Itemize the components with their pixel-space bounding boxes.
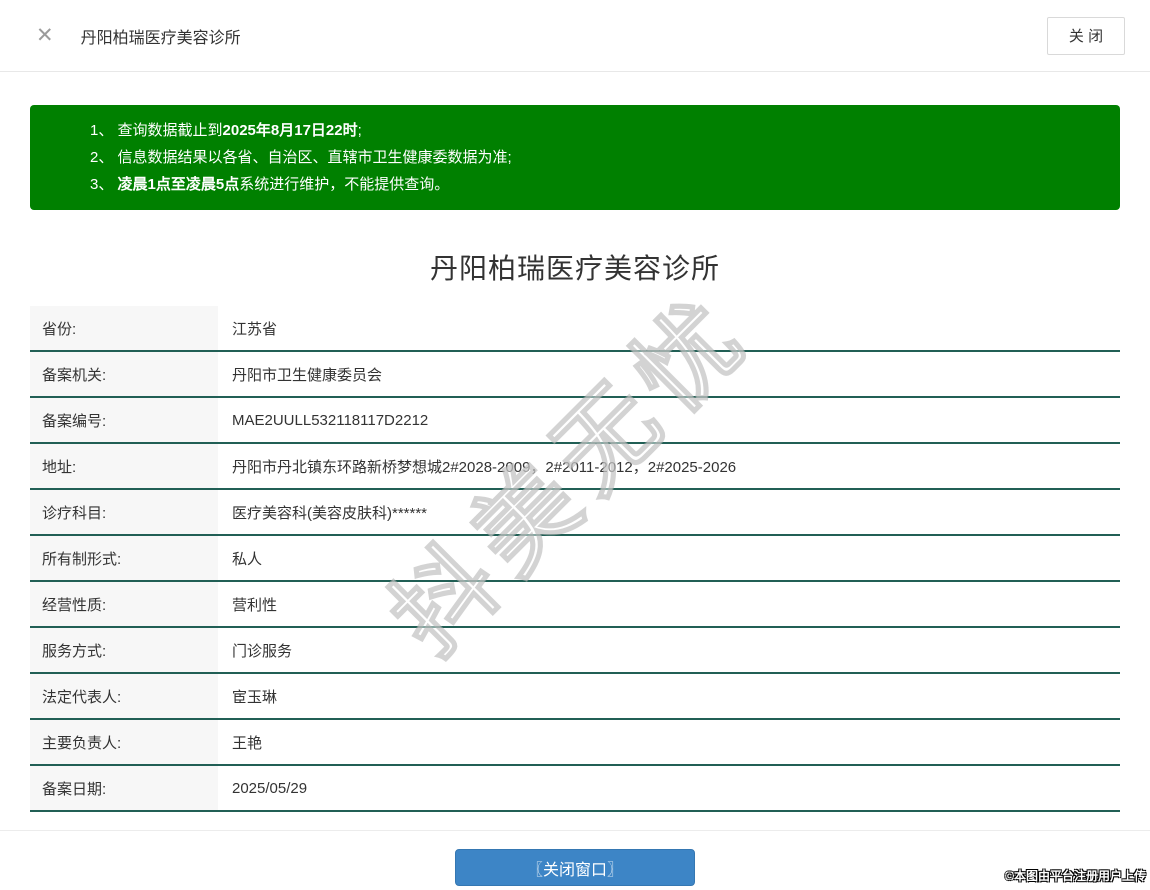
row-value: 医疗美容科(美容皮肤科)****** (232, 504, 428, 522)
close-button[interactable]: 关 闭 (1047, 16, 1125, 55)
header-title: 丹阳柏瑞医疗美容诊所 (80, 29, 241, 47)
row-label: 诊疗科目: (30, 490, 218, 534)
row-label: 主要负责人: (30, 720, 218, 764)
notice-line: 2、 信息数据结果以各省、自治区、直辖市卫生健康委数据为准; (90, 149, 512, 166)
table-row: 备案日期: 2025/05/29 (30, 766, 1120, 812)
row-label: 备案编号: (30, 398, 218, 442)
table-row: 所有制形式: 私人 (30, 536, 1120, 582)
row-label: 法定代表人: (30, 674, 218, 718)
table-row: 省份: 江苏省 (30, 306, 1120, 352)
row-label: 地址: (30, 444, 218, 488)
row-value: 私人 (232, 550, 263, 568)
row-label: 备案机关: (30, 352, 218, 396)
notice-line: 1、 查询数据截止到2025年8月17日22时; (90, 122, 362, 139)
row-value: 丹阳市卫生健康委员会 (232, 366, 383, 384)
table-row: 备案机关: 丹阳市卫生健康委员会 (30, 352, 1120, 398)
header-bar: ✕ 丹阳柏瑞医疗美容诊所 关 闭 (0, 0, 1150, 72)
row-label: 经营性质: (30, 582, 218, 626)
row-value: 丹阳市丹北镇东环路新桥梦想城2#2028-2009，2#2011-2012，2#… (232, 458, 737, 476)
table-row: 法定代表人: 宦玉琳 (30, 674, 1120, 720)
row-value: 宦玉琳 (232, 688, 278, 706)
row-value: 2025/05/29 (232, 779, 308, 797)
clinic-info-page: ✕ 丹阳柏瑞医疗美容诊所 关 闭 1、 查询数据截止到2025年8月17日22时… (0, 0, 1150, 890)
close-window-button[interactable]: 〖关闭窗口〗 (455, 849, 695, 886)
row-label: 服务方式: (30, 628, 218, 672)
row-value: 王艳 (232, 734, 263, 752)
table-row: 地址: 丹阳市丹北镇东环路新桥梦想城2#2028-2009，2#2011-2012… (30, 444, 1120, 490)
table-row: 服务方式: 门诊服务 (30, 628, 1120, 674)
notice-line: 3、 凌晨1点至凌晨5点系统进行维护，不能提供查询。 (90, 176, 450, 193)
row-label: 所有制形式: (30, 536, 218, 580)
divider (0, 830, 1150, 831)
table-row: 经营性质: 营利性 (30, 582, 1120, 628)
table-row: 诊疗科目: 医疗美容科(美容皮肤科)****** (30, 490, 1120, 536)
notice-list: 1、 查询数据截止到2025年8月17日22时; 2、 信息数据结果以各省、自治区… (90, 117, 1100, 198)
info-table: 省份: 江苏省 备案机关: 丹阳市卫生健康委员会 备案编号: MAE2UULL532118… (30, 306, 1120, 812)
notice-box: 1、 查询数据截止到2025年8月17日22时; 2、 信息数据结果以各省、自治区… (30, 105, 1120, 210)
row-value: 江苏省 (232, 320, 278, 338)
close-x-icon[interactable]: ✕ (36, 25, 54, 46)
copyright-label: ©本图由平台注册用户上传 (1005, 869, 1146, 883)
row-value: 门诊服务 (232, 642, 293, 660)
table-row: 主要负责人: 王艳 (30, 720, 1120, 766)
page-title: 丹阳柏瑞医疗美容诊所 (429, 253, 720, 284)
row-label: 省份: (30, 306, 218, 350)
row-value: 营利性 (232, 596, 278, 614)
row-label: 备案日期: (30, 766, 218, 810)
table-row: 备案编号: MAE2UULL532118117D2212 (30, 398, 1120, 444)
row-value: MAE2UULL532118117D2212 (232, 411, 429, 429)
